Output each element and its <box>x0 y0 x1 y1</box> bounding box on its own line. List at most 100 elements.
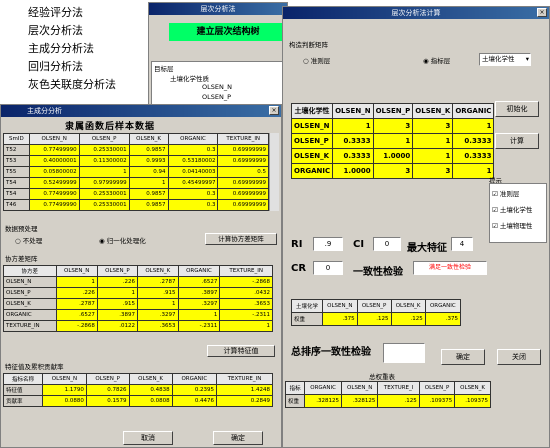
tree-leaf-n[interactable]: OLSEN_N <box>202 83 232 91</box>
table-cell: 0.77499990 <box>28 144 80 156</box>
table-row[interactable]: T46 0.77499990 0.25330001 0.9857 0.3 0.699999… <box>3 199 269 211</box>
table-cell: .109375 <box>454 394 491 408</box>
table-row[interactable]: ORGANIC .6527.3897.3297 1 -.2311 <box>3 309 273 321</box>
layer-select[interactable]: 土壤化学性 ▾ <box>479 53 531 66</box>
column-header[interactable]: OLSEN_K <box>454 381 491 395</box>
column-header[interactable]: OLSEN_K <box>128 133 169 145</box>
radio-none[interactable]: ○ 不处理 <box>15 235 42 245</box>
table-cell: 0.2849 <box>216 395 273 407</box>
column-header[interactable]: OLSEN_P <box>85 373 130 385</box>
column-header[interactable]: 指标名称 <box>2 373 44 385</box>
cr-value[interactable]: 0 <box>313 261 343 275</box>
tree-root[interactable]: 目标层 <box>154 63 174 73</box>
table-cell: 0.3333 <box>332 133 374 149</box>
menu-item-experience[interactable]: 经验评分法 <box>28 4 83 20</box>
judge-matrix-table: 土壤化学性 OLSEN_N OLSEN_P OLSEN_K ORGANIC OLSEN_N… <box>290 103 495 179</box>
menu-item-regression[interactable]: 回归分析法 <box>28 58 83 74</box>
column-header[interactable]: ORGANIC <box>171 373 218 385</box>
total-consistency-value[interactable] <box>383 343 425 363</box>
column-header[interactable]: OLSEN_P <box>78 133 130 145</box>
calc-close-icon[interactable]: × <box>537 8 547 17</box>
column-header[interactable]: 土壤化学 <box>291 299 323 313</box>
ci-value[interactable]: 0 <box>373 237 401 251</box>
menu-item-grey[interactable]: 灰色关联度分析法 <box>28 76 116 92</box>
table-row[interactable]: T53 0.40000001 0.11300002 0.9993 0.53180002 0… <box>3 155 269 167</box>
table-row[interactable]: T55 0.05800002 1 0.94 0.04140003 0.5 <box>3 166 269 178</box>
table-row[interactable]: ORGANIC 1.0000 3 3 1 <box>290 163 495 179</box>
column-header[interactable]: TEXTURE_IN <box>219 265 273 277</box>
menu-item-ahp[interactable]: 层次分析法 <box>28 22 83 38</box>
table-cell: .226 <box>55 287 98 299</box>
column-header[interactable]: ORGANIC <box>167 133 219 145</box>
max-eig-label: 最大特征 <box>407 243 447 254</box>
column-header[interactable]: OLSEN_N <box>332 103 374 119</box>
table-row[interactable]: 权重 .375.125.125.375 <box>291 312 462 326</box>
init-button[interactable]: 初始化 <box>495 101 539 117</box>
total-weight-title: 总权重表 <box>369 373 395 381</box>
ri-value[interactable]: .9 <box>313 237 343 251</box>
column-header[interactable]: 协方差 <box>3 265 57 277</box>
table-row[interactable]: OLSEN_P .226 1.915.3897.0432 <box>3 287 273 299</box>
tree-node-chem[interactable]: 土壤化学性质 <box>170 73 209 83</box>
column-header[interactable]: TEXTURE_IN <box>217 133 269 145</box>
column-header[interactable]: OLSEN_P <box>418 381 456 395</box>
table-row[interactable]: TEXTURE_IN -.2868.0122.3653 -.2311 1 <box>3 320 273 332</box>
cancel-button[interactable]: 取消 <box>123 431 173 445</box>
column-header[interactable]: ORGANIC <box>177 265 221 277</box>
max-eig-value[interactable]: 4 <box>451 237 473 251</box>
calc-cov-button[interactable]: 计算协方差矩阵 <box>205 233 277 245</box>
table-row[interactable]: 权重 .328125.328125.125.109375.109375 <box>284 394 491 408</box>
column-header[interactable]: OLSEN_P <box>372 103 414 119</box>
column-header[interactable]: OLSEN_P <box>356 299 392 313</box>
table-row[interactable]: 贡献率 0.0880 0.1579 0.0808 0.4476 0.2849 <box>2 395 273 407</box>
table-row[interactable]: T54 0.77499990 0.25330001 0.9857 0.3 0.699999… <box>3 188 269 200</box>
radio-normalize[interactable]: ◉ 归一化处理化 <box>99 235 146 245</box>
tree-leaf-p[interactable]: OLSEN_P <box>202 93 231 101</box>
column-header[interactable]: OLSEN_P <box>96 265 138 277</box>
menu-item-pca[interactable]: 主成分分析法 <box>28 40 94 56</box>
table-row[interactable]: OLSEN_P 0.3333 1 1 0.3333 <box>290 133 495 149</box>
column-header[interactable]: OLSEN_K <box>390 299 426 313</box>
tip-chem[interactable]: ☑ 土壤化学性 <box>492 204 532 214</box>
column-header[interactable]: TEXTURE_IN <box>216 373 273 385</box>
column-header[interactable]: 土壤化学性 <box>290 103 334 119</box>
tip-criteria[interactable]: ☑ 准则层 <box>492 188 519 198</box>
radio-target[interactable]: ○ 准则层 <box>303 55 330 65</box>
table-row[interactable]: 特征值 1.1790 0.7826 0.4838 0.2395 1.4248 <box>2 384 273 396</box>
column-header[interactable]: SmID <box>3 133 30 145</box>
table-row[interactable]: OLSEN_N 1 3 3 1 <box>290 118 495 134</box>
tip-phys[interactable]: ☑ 土壤物理性 <box>492 220 532 230</box>
sample-data-scrollbar[interactable] <box>269 133 279 211</box>
table-row[interactable]: OLSEN_K .2787.915 1.3297.3653 <box>3 298 273 310</box>
column-header[interactable]: ORGANIC <box>452 103 495 119</box>
column-header[interactable]: ORGANIC <box>424 299 462 313</box>
table-cell: 1 <box>452 163 495 179</box>
total-consistency-label: 总排序一致性检验 <box>291 347 371 358</box>
column-header[interactable]: OLSEN_N <box>28 133 80 145</box>
column-header[interactable]: OLSEN_N <box>341 381 379 395</box>
confirm-button[interactable]: 确定 <box>441 349 485 365</box>
table-cell: 0.9857 <box>128 188 169 200</box>
pca-close-icon[interactable]: × <box>269 106 279 115</box>
column-header[interactable]: OLSEN_N <box>42 373 87 385</box>
column-header[interactable]: OLSEN_K <box>136 265 179 277</box>
ok-button[interactable]: 确定 <box>213 431 263 445</box>
column-header[interactable]: 指标 <box>284 381 306 395</box>
radio-index[interactable]: ◉ 指标层 <box>423 55 450 65</box>
table-header-row: 土壤化学 OLSEN_N OLSEN_P OLSEN_K ORGANIC <box>291 299 462 313</box>
table-row[interactable]: T54 0.52499999 0.97999999 1 0.45499997 0.6999… <box>3 177 269 189</box>
column-header[interactable]: OLSEN_N <box>321 299 358 313</box>
column-header[interactable]: OLSEN_K <box>412 103 454 119</box>
calc-button[interactable]: 计算 <box>495 133 539 149</box>
row-header-cell: 贡献率 <box>2 395 44 407</box>
column-header[interactable]: OLSEN_K <box>128 373 173 385</box>
table-row[interactable]: OLSEN_N 1.226.2787.6527 -.2868 <box>3 276 273 288</box>
column-header[interactable]: ORGANIC <box>304 381 343 395</box>
table-row[interactable]: OLSEN_K 0.3333 1.0000 1 0.3333 <box>290 148 495 164</box>
column-header[interactable]: OLSEN_N <box>55 265 98 277</box>
column-header[interactable]: TEXTURE_I <box>377 381 420 395</box>
table-cell: 0.25330001 <box>78 144 130 156</box>
calc-eig-button[interactable]: 计算特征值 <box>207 345 275 357</box>
close-button[interactable]: 关闭 <box>497 349 541 365</box>
table-row[interactable]: T52 0.77499990 0.25330001 0.9857 0.3 0.699999… <box>3 144 269 156</box>
